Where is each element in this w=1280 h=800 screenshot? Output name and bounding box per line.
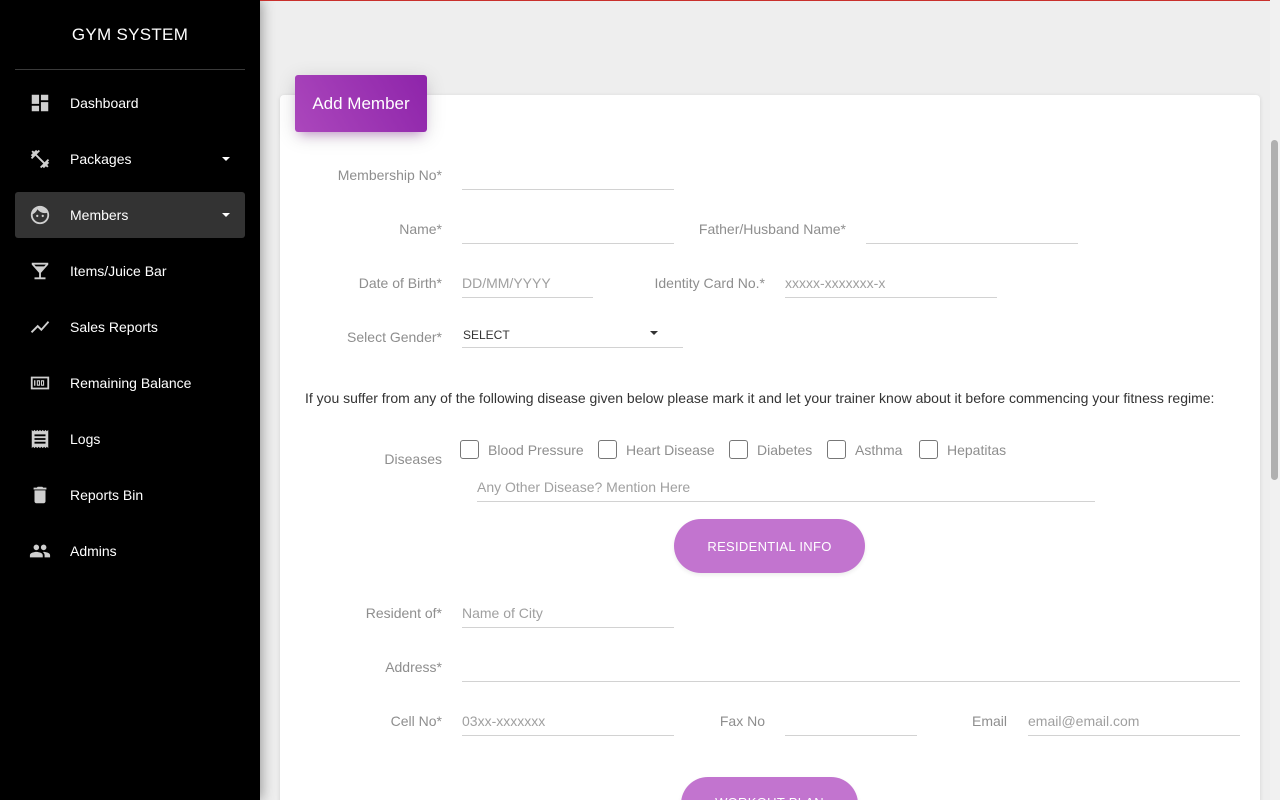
- trash-icon: [28, 483, 52, 507]
- receipt-icon: [28, 427, 52, 451]
- resident-of-label: Resident of*: [365, 605, 442, 621]
- checkbox-box[interactable]: [729, 440, 748, 459]
- email-label: Email: [971, 713, 1007, 729]
- people-icon: [28, 539, 52, 563]
- sidebar-item-packages[interactable]: Packages: [15, 136, 245, 182]
- name-input[interactable]: [462, 214, 674, 244]
- chevron-down-icon: [650, 331, 658, 335]
- disease-notice: If you suffer from any of the following …: [305, 390, 1215, 406]
- sidebar-item-label: Sales Reports: [70, 319, 158, 335]
- address-label: Address*: [385, 659, 442, 675]
- cocktail-icon: [28, 259, 52, 283]
- dob-label: Date of Birth*: [358, 275, 442, 291]
- cell-no-input[interactable]: [462, 706, 674, 736]
- residential-info-button[interactable]: RESIDENTIAL INFO: [674, 519, 865, 573]
- fitness-icon: [28, 147, 52, 171]
- checkbox-diabetes[interactable]: Diabetes: [729, 440, 812, 459]
- father-name-label: Father/Husband Name*: [698, 221, 846, 237]
- checkbox-blood-pressure[interactable]: Blood Pressure: [460, 440, 584, 459]
- diseases-label: Diseases: [384, 451, 442, 467]
- scrollbar-thumb[interactable]: [1271, 140, 1278, 480]
- sidebar-nav: Dashboard Packages Members Items/Juice B…: [0, 80, 260, 574]
- sidebar-item-sales-reports[interactable]: Sales Reports: [15, 304, 245, 350]
- checkbox-box[interactable]: [598, 440, 617, 459]
- identity-input[interactable]: [785, 268, 997, 298]
- resident-of-input[interactable]: [462, 598, 674, 628]
- membership-no-input[interactable]: [462, 160, 674, 190]
- workout-plan-button[interactable]: WORKOUT PLAN: [681, 777, 858, 800]
- email-input[interactable]: [1028, 706, 1240, 736]
- sidebar-item-label: Reports Bin: [70, 487, 144, 503]
- address-input[interactable]: [462, 652, 1240, 682]
- brand-title: GYM SYSTEM: [15, 0, 245, 70]
- checkbox-box[interactable]: [919, 440, 938, 459]
- father-name-input[interactable]: [866, 214, 1078, 244]
- dob-input[interactable]: [462, 268, 593, 298]
- gender-select-value: SELECT: [463, 327, 510, 342]
- checkbox-label: Blood Pressure: [488, 441, 584, 458]
- sidebar-item-label: Dashboard: [70, 95, 139, 111]
- checkbox-asthma[interactable]: Asthma: [827, 440, 902, 459]
- checkbox-heart-disease[interactable]: Heart Disease: [598, 440, 715, 459]
- face-icon: [28, 203, 52, 227]
- cell-no-label: Cell No*: [390, 713, 442, 729]
- checkbox-label: Diabetes: [757, 441, 813, 458]
- checkbox-box[interactable]: [827, 440, 846, 459]
- sidebar-item-label: Members: [70, 207, 129, 223]
- sidebar-item-reports-bin[interactable]: Reports Bin: [15, 472, 245, 518]
- checkbox-hepatitas[interactable]: Hepatitas: [919, 440, 1006, 459]
- card-title: Add Member: [295, 75, 427, 132]
- fax-no-input[interactable]: [785, 706, 917, 736]
- sidebar: GYM SYSTEM Dashboard Packages Members It…: [0, 0, 260, 800]
- other-disease-input[interactable]: [477, 472, 1095, 502]
- chevron-down-icon: [222, 213, 230, 217]
- sidebar-item-label: Admins: [70, 543, 117, 559]
- sidebar-item-admins[interactable]: Admins: [15, 528, 245, 574]
- sidebar-item-juice-bar[interactable]: Items/Juice Bar: [15, 248, 245, 294]
- checkbox-box[interactable]: [460, 440, 479, 459]
- gender-label: Select Gender*: [347, 329, 442, 345]
- sidebar-item-label: Logs: [70, 431, 101, 447]
- trending-up-icon: [28, 315, 52, 339]
- sidebar-item-label: Items/Juice Bar: [70, 263, 167, 279]
- sidebar-item-dashboard[interactable]: Dashboard: [15, 80, 245, 126]
- fax-no-label: Fax No: [719, 713, 765, 729]
- scrollbar-track[interactable]: [1270, 0, 1280, 800]
- sidebar-item-remaining-balance[interactable]: Remaining Balance: [15, 360, 245, 406]
- membership-no-label: Membership No*: [337, 167, 442, 183]
- sidebar-item-logs[interactable]: Logs: [15, 416, 245, 462]
- identity-label: Identity Card No.*: [654, 275, 766, 291]
- checkbox-label: Hepatitas: [947, 441, 1007, 458]
- dashboard-icon: [28, 91, 52, 115]
- sidebar-item-label: Remaining Balance: [70, 375, 192, 391]
- name-label: Name*: [399, 221, 442, 237]
- sidebar-item-label: Packages: [70, 151, 132, 167]
- checkbox-label: Heart Disease: [626, 441, 715, 458]
- chevron-down-icon: [222, 157, 230, 161]
- top-accent-line: [260, 0, 1280, 1]
- counter-icon: [28, 371, 52, 395]
- sidebar-item-members[interactable]: Members: [15, 192, 245, 238]
- checkbox-label: Asthma: [855, 441, 903, 458]
- gender-select[interactable]: SELECT: [462, 322, 683, 348]
